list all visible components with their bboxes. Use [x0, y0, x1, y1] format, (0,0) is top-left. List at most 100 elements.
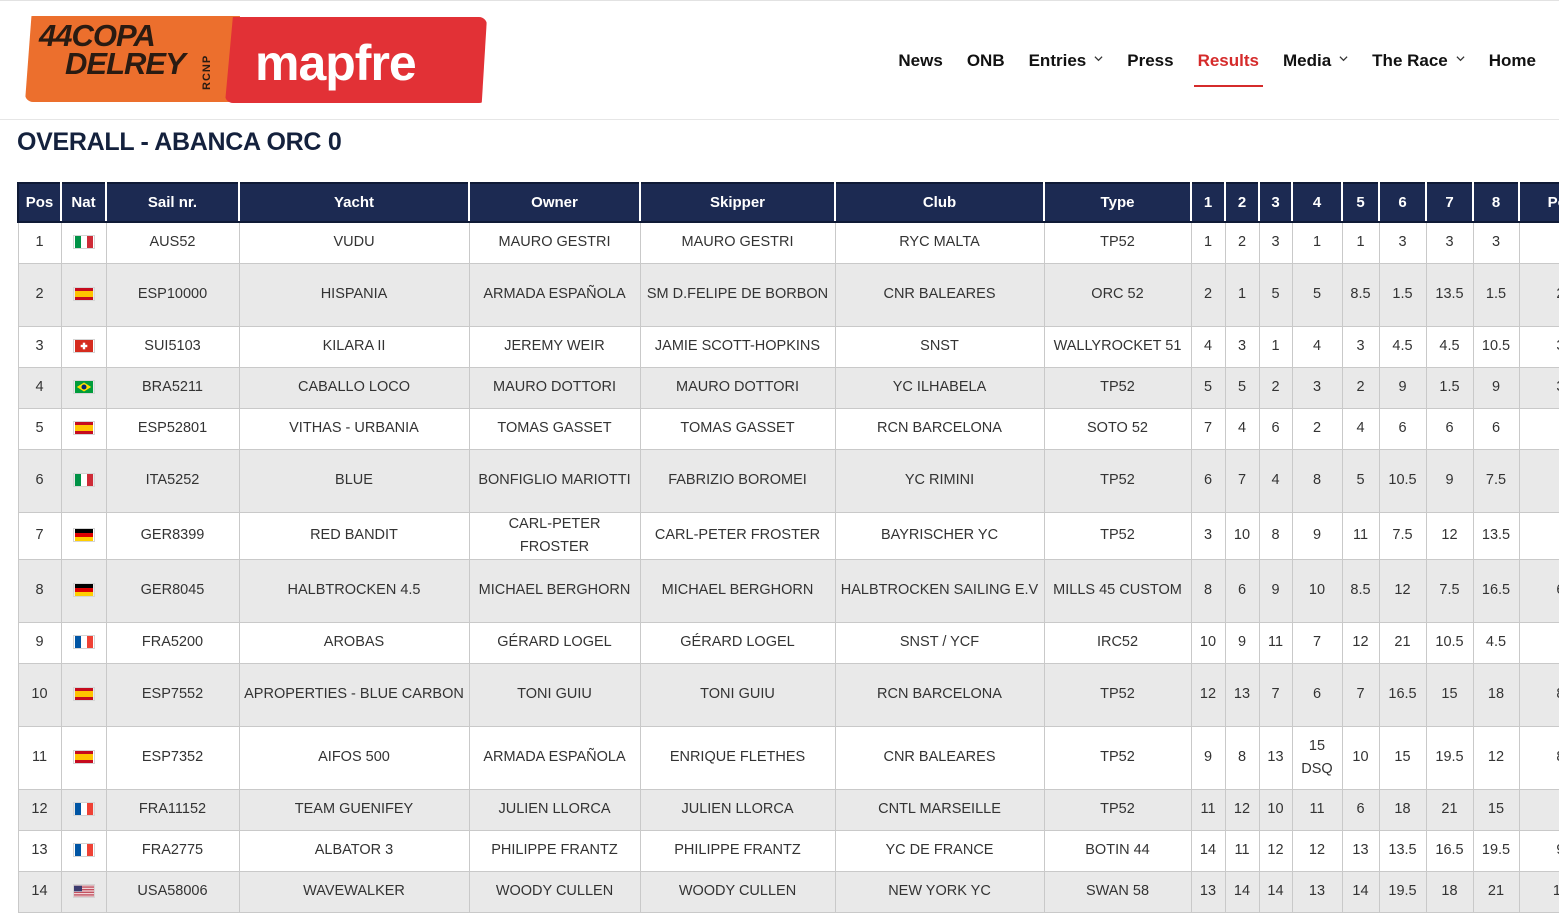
spain-flag-icon — [72, 687, 95, 702]
cell-nat — [60, 829, 107, 872]
nav-item-entries[interactable]: Entries — [1029, 49, 1104, 73]
brazil-flag-icon — [72, 380, 95, 395]
cell-race-3: 3 — [1258, 221, 1293, 264]
column-header: 4 — [1291, 182, 1343, 223]
cell-points: 81.5 — [1518, 662, 1559, 727]
cell-yacht: CABALLO LOCO — [238, 366, 470, 409]
cell-points: 30.5 — [1518, 325, 1559, 368]
cell-race-4: 5 — [1291, 262, 1343, 327]
table-row: 6 ITA5252 BLUE BONFIGLIO MARIOTTI FABRIZIO B… — [17, 448, 1559, 513]
cell-race-3: 11 — [1258, 621, 1293, 664]
cell-race-4: 8 — [1291, 448, 1343, 513]
cell-race-7: 10.5 — [1425, 621, 1474, 664]
cell-race-1: 3 — [1190, 511, 1226, 560]
cell-race-2: 6 — [1224, 558, 1260, 623]
cell-club: SNST / YCF — [834, 621, 1045, 664]
cell-race-5: 8.5 — [1341, 262, 1380, 327]
cell-owner: MICHAEL BERGHORN — [468, 558, 641, 623]
cell-owner: ARMADA ESPAÑOLA — [468, 725, 641, 790]
cell-nat — [60, 366, 107, 409]
column-header: 1 — [1190, 182, 1226, 223]
cell-type: SWAN 58 — [1043, 870, 1192, 913]
cell-race-1: 12 — [1190, 662, 1226, 727]
spain-flag-icon — [72, 421, 95, 436]
cell-yacht: RED BANDIT — [238, 511, 470, 560]
cell-race-2: 14 — [1224, 870, 1260, 913]
cell-race-3: 14 — [1258, 870, 1293, 913]
cell-yacht: HALBTROCKEN 4.5 — [238, 558, 470, 623]
cell-yacht: VITHAS - URBANIA — [238, 407, 470, 450]
cell-race-5: 10 — [1341, 725, 1380, 790]
cell-points: 34 — [1518, 407, 1559, 450]
nav-item-results[interactable]: Results — [1193, 49, 1264, 87]
cell-pos: 4 — [17, 366, 62, 409]
cell-nat — [60, 448, 107, 513]
cell-race-4: 9 — [1291, 511, 1343, 560]
nav-item-the-race[interactable]: The Race — [1372, 49, 1465, 73]
cell-skipper: JULIEN LLORCA — [639, 788, 836, 831]
cell-race-4: 15 DSQ — [1291, 725, 1343, 790]
switzerland-flag-icon — [72, 339, 95, 354]
cell-race-3: 8 — [1258, 511, 1293, 560]
nav-item-media[interactable]: Media — [1283, 49, 1348, 73]
cell-yacht: VUDU — [238, 221, 470, 264]
cell-race-5: 3 — [1341, 325, 1380, 368]
cell-race-1: 8 — [1190, 558, 1226, 623]
cell-pos: 5 — [17, 407, 62, 450]
cell-race-8: 16.5 — [1472, 558, 1520, 623]
italy-flag-icon — [72, 235, 95, 250]
table-row: 9 FRA5200 AROBAS GÉRARD LOGEL GÉRARD LOGEL SN… — [17, 621, 1559, 664]
cell-type: TP52 — [1043, 221, 1192, 264]
cell-skipper: FABRIZIO BOROMEI — [639, 448, 836, 513]
cell-skipper: WOODY CULLEN — [639, 870, 836, 913]
spain-flag-icon — [72, 750, 95, 765]
nav-item-home[interactable]: Home — [1489, 49, 1536, 73]
cell-race-8: 15 — [1472, 788, 1520, 831]
table-row: 10 ESP7552 APROPERTIES - BLUE CARBON TONI G… — [17, 662, 1559, 727]
cell-yacht: APROPERTIES - BLUE CARBON — [238, 662, 470, 727]
nav-item-news[interactable]: News — [898, 49, 942, 73]
cell-skipper: ENRIQUE FLETHES — [639, 725, 836, 790]
cell-owner: PHILIPPE FRANTZ — [468, 829, 641, 872]
cell-points: 86.5 — [1518, 725, 1559, 790]
cell-pos: 2 — [17, 262, 62, 327]
cell-points: 97.5 — [1518, 829, 1559, 872]
cell-club: YC DE FRANCE — [834, 829, 1045, 872]
cell-sail: FRA5200 — [105, 621, 240, 664]
cell-race-5: 4 — [1341, 407, 1380, 450]
cell-points: 63 — [1518, 511, 1559, 560]
nav-item-label: News — [898, 51, 943, 70]
table-row: 13 FRA2775 ALBATOR 3 PHILIPPE FRANTZ PHILIPP… — [17, 829, 1559, 872]
cell-race-1: 9 — [1190, 725, 1226, 790]
cell-type: TP52 — [1043, 366, 1192, 409]
spain-flag-icon — [72, 287, 95, 302]
cell-race-5: 13 — [1341, 829, 1380, 872]
cell-race-6: 18 — [1378, 788, 1427, 831]
nav-item-press[interactable]: Press — [1127, 49, 1173, 73]
cell-nat — [60, 621, 107, 664]
nav-item-label: Home — [1488, 51, 1536, 70]
cell-race-6: 6 — [1378, 407, 1427, 450]
cell-owner: BONFIGLIO MARIOTTI — [468, 448, 641, 513]
cell-race-1: 7 — [1190, 407, 1226, 450]
cell-pos: 8 — [17, 558, 62, 623]
cell-sail: ESP10000 — [105, 262, 240, 327]
cell-race-7: 4.5 — [1425, 325, 1474, 368]
cell-race-5: 7 — [1341, 662, 1380, 727]
cell-skipper: GÉRARD LOGEL — [639, 621, 836, 664]
cell-club: SNST — [834, 325, 1045, 368]
nav-item-onb[interactable]: ONB — [967, 49, 1005, 73]
event-logo[interactable]: 44COPA DELREY RCNP mapfre — [25, 16, 488, 104]
cell-nat — [60, 221, 107, 264]
cell-type: TP52 — [1043, 788, 1192, 831]
column-header: Skipper — [639, 182, 836, 223]
cell-race-8: 9 — [1472, 366, 1520, 409]
page-title: OVERALL - ABANCA ORC 0 — [17, 128, 342, 156]
nav-item-label: Entries — [1028, 51, 1087, 70]
cell-race-7: 6 — [1425, 407, 1474, 450]
cell-points: 92 — [1518, 788, 1559, 831]
cell-race-6: 19.5 — [1378, 870, 1427, 913]
cell-race-5: 11 — [1341, 511, 1380, 560]
cell-race-3: 1 — [1258, 325, 1293, 368]
cell-race-2: 7 — [1224, 448, 1260, 513]
